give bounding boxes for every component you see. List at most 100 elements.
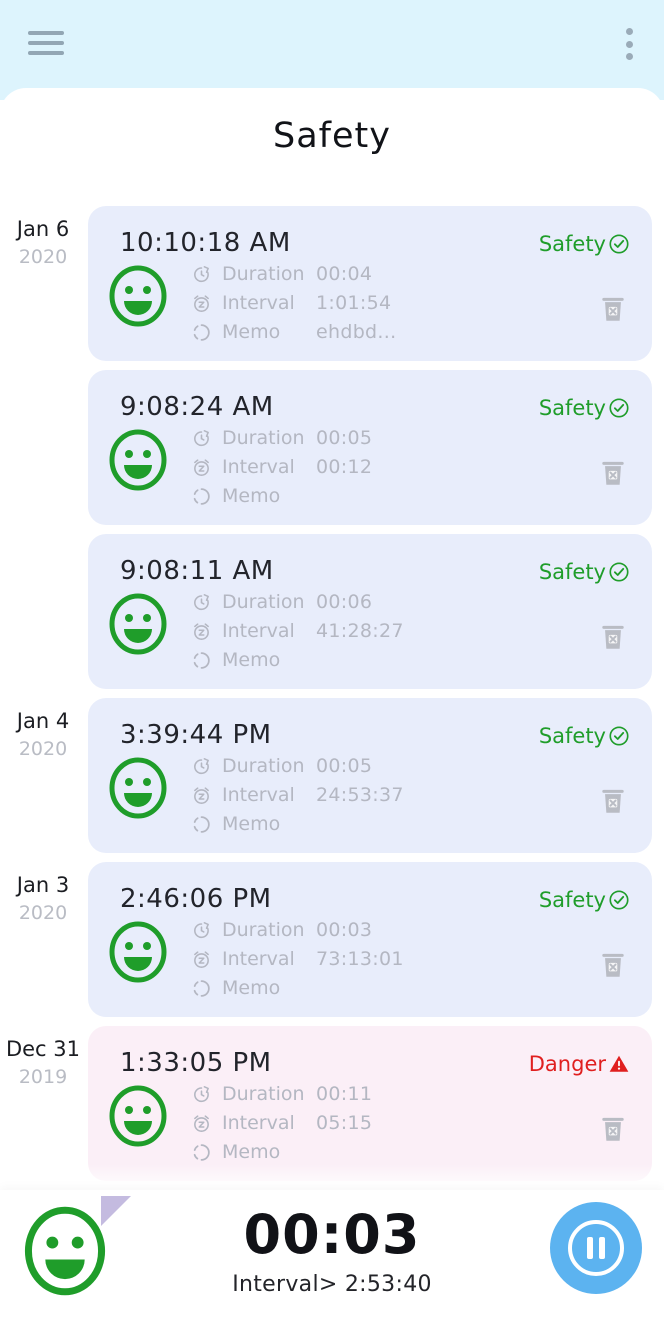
duration-row: Duration 00:06 <box>188 590 404 614</box>
duration-label: Duration <box>222 427 305 449</box>
trash-x-icon[interactable] <box>600 294 626 324</box>
interval-label: Interval <box>222 292 295 314</box>
entry-date: Jan 6 2020 <box>0 214 86 272</box>
history-list[interactable]: Jan 6 2020 10:10:18 AM Safety Duration 00:04 I… <box>0 206 664 1216</box>
kebab-dot <box>625 28 633 35</box>
entry-time: 2:46:06 PM <box>120 884 272 914</box>
restore-clock-icon <box>188 263 214 285</box>
history-entry[interactable]: 9:08:11 AM Safety Duration 00:06 Interval 41:… <box>0 534 664 689</box>
status-label: Danger <box>528 1052 606 1076</box>
history-entry[interactable]: Jan 3 2020 2:46:06 PM Safety Duration 00:03 In… <box>0 862 664 1017</box>
check-circle-icon <box>608 889 630 911</box>
interval-value: 05:15 <box>316 1112 373 1134</box>
entry-time: 1:33:05 PM <box>120 1048 272 1078</box>
entry-time: 3:39:44 PM <box>120 720 272 750</box>
entry-card[interactable]: 9:08:24 AM Safety Duration 00:05 Interval 00:… <box>88 370 652 525</box>
memo-row: Memo <box>188 976 404 1000</box>
entry-card[interactable]: 9:08:11 AM Safety Duration 00:06 Interval 41:… <box>88 534 652 689</box>
trash-x-icon[interactable] <box>600 458 626 488</box>
dashed-circle-icon <box>188 321 214 343</box>
smiley-face-icon <box>106 1084 170 1148</box>
entry-details: Duration 00:06 Interval 41:28:27 Memo <box>188 590 404 672</box>
smiley-face-icon <box>106 264 170 328</box>
smiley-face-icon <box>106 592 170 656</box>
dashed-circle-icon <box>188 813 214 835</box>
memo-label: Memo <box>222 321 281 343</box>
smiley-face-icon <box>106 428 170 492</box>
interval-value: 1:01:54 <box>316 292 392 314</box>
restore-clock-icon <box>188 919 214 941</box>
history-entry[interactable]: 9:08:24 AM Safety Duration 00:05 Interval 00:… <box>0 370 664 525</box>
pause-ring <box>568 1220 624 1276</box>
duration-value: 00:03 <box>316 919 373 941</box>
check-circle-icon <box>608 233 630 255</box>
entry-details: Duration 00:05 Interval 00:12 Memo <box>188 426 372 508</box>
memo-label: Memo <box>222 649 281 671</box>
memo-row: Memo <box>188 1140 372 1164</box>
status-badge: Safety <box>539 232 630 256</box>
dashed-circle-icon <box>188 1141 214 1163</box>
trash-x-icon[interactable] <box>600 786 626 816</box>
smiley-face-icon[interactable] <box>20 1206 110 1296</box>
snooze-z-icon <box>188 292 214 314</box>
interval-row: Interval 41:28:27 <box>188 619 404 643</box>
status-badge: Safety <box>539 724 630 748</box>
hamburger-bar <box>28 31 64 35</box>
duration-label: Duration <box>222 919 305 941</box>
status-label: Safety <box>538 888 606 912</box>
duration-row: Duration 00:04 <box>188 262 396 286</box>
page-title: Safety <box>273 116 391 156</box>
entry-card[interactable]: 1:33:05 PM Danger Duration 00:11 Interval 05:… <box>88 1026 652 1181</box>
smiley-face-icon <box>106 920 170 984</box>
snooze-z-icon <box>188 456 214 478</box>
memo-row: Memo ehdbd... <box>188 320 396 344</box>
trash-x-icon[interactable] <box>600 1114 626 1144</box>
pause-circle-icon[interactable] <box>550 1202 642 1294</box>
entry-date-year: 2019 <box>18 1066 68 1089</box>
memo-label: Memo <box>222 977 281 999</box>
duration-label: Duration <box>222 1083 305 1105</box>
memo-row: Memo <box>188 648 404 672</box>
duration-row: Duration 00:11 <box>188 1082 372 1106</box>
kebab-menu-icon[interactable] <box>618 26 640 62</box>
restore-clock-icon <box>188 591 214 613</box>
interval-row: Interval 1:01:54 <box>188 291 396 315</box>
history-entry[interactable]: Jan 6 2020 10:10:18 AM Safety Duration 00:04 I… <box>0 206 664 361</box>
entry-card[interactable]: 10:10:18 AM Safety Duration 00:04 Interval 1:… <box>88 206 652 361</box>
trash-x-icon[interactable] <box>600 622 626 652</box>
memo-label: Memo <box>222 485 281 507</box>
memo-row: Memo <box>188 812 404 836</box>
duration-value: 00:06 <box>316 591 373 613</box>
duration-value: 00:11 <box>316 1083 373 1105</box>
top-app-bar <box>0 0 664 100</box>
interval-value: 24:53:37 <box>316 784 404 806</box>
entry-card[interactable]: 3:39:44 PM Safety Duration 00:05 Interval 24:… <box>88 698 652 853</box>
history-entry[interactable]: Dec 31 2019 1:33:05 PM Danger Duration 00:11 I… <box>0 1026 664 1181</box>
interval-row: Interval 05:15 <box>188 1111 372 1135</box>
duration-label: Duration <box>222 263 305 285</box>
entry-date: Jan 4 2020 <box>0 706 86 764</box>
status-label: Safety <box>538 560 606 584</box>
dashed-circle-icon <box>188 649 214 671</box>
entry-date: Dec 31 2019 <box>0 1034 86 1092</box>
status-label: Safety <box>538 232 606 256</box>
pause-bar <box>587 1237 593 1259</box>
content-sheet: Safety Jan 6 2020 10:10:18 AM Safety Duratio… <box>0 88 664 1327</box>
warning-triangle-icon <box>608 1053 630 1075</box>
check-circle-icon <box>608 397 630 419</box>
check-circle-icon <box>608 561 630 583</box>
entry-details: Duration 00:11 Interval 05:15 Memo <box>188 1082 372 1164</box>
interval-label: Interval <box>222 620 295 642</box>
hamburger-icon[interactable] <box>28 28 64 58</box>
entry-card[interactable]: 2:46:06 PM Safety Duration 00:03 Interval 73:… <box>88 862 652 1017</box>
trash-x-icon[interactable] <box>600 950 626 980</box>
restore-clock-icon <box>188 427 214 449</box>
bottom-control-bar: 00:03 Interval> 2:53:40 <box>0 1190 664 1327</box>
entry-date: Jan 3 2020 <box>0 870 86 928</box>
interval-row: Interval 00:12 <box>188 455 372 479</box>
status-badge: Danger <box>529 1052 630 1076</box>
history-entry[interactable]: Jan 4 2020 3:39:44 PM Safety Duration 00:05 In… <box>0 698 664 853</box>
entry-date-year: 2020 <box>18 246 68 269</box>
interval-label: Interval <box>222 1112 295 1134</box>
entry-date-day: Jan 3 <box>16 873 70 897</box>
